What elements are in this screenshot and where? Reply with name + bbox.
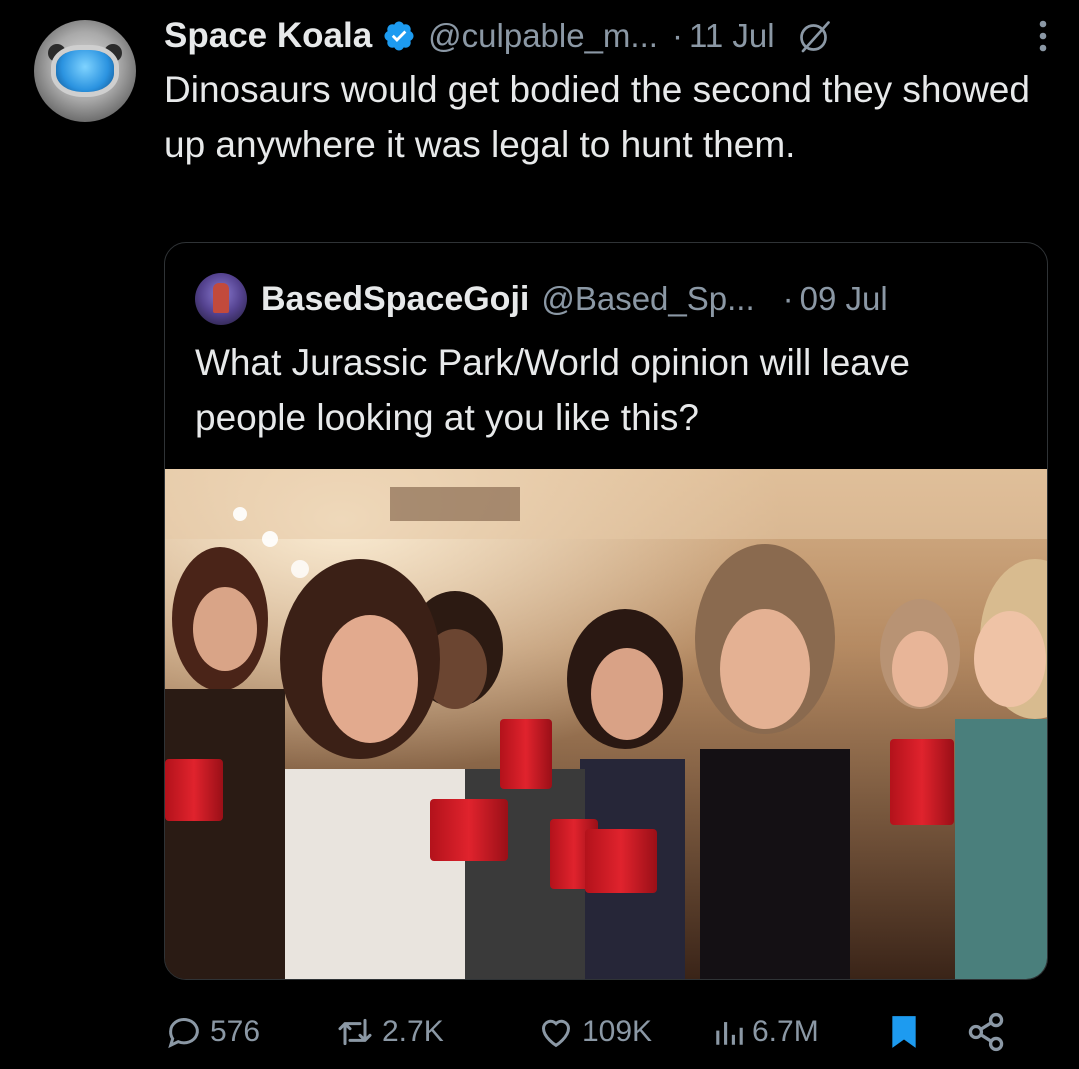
quoted-header-separator: · [782, 280, 794, 317]
quoted-tweet-text: What Jurassic Park/World opinion will le… [195, 342, 910, 438]
like-icon [541, 1019, 571, 1048]
reply-button[interactable]: 576 [164, 1006, 260, 1058]
avatar-helmet-visor [56, 50, 114, 92]
views-button[interactable]: 6.7M [712, 1006, 819, 1058]
tweet-date[interactable]: 11 Jul [689, 17, 775, 55]
tweet-text: Dinosaurs would get bodied the second th… [164, 69, 1030, 165]
quoted-author-handle: @Based_Sp... [541, 280, 755, 317]
quoted-tweet-card[interactable]: BasedSpaceGoji @Based_Sp... · 09 Jul Wha… [164, 242, 1048, 980]
like-button[interactable]: 109K [536, 1006, 652, 1058]
reply-icon [168, 1018, 199, 1049]
quoted-author-avatar [195, 273, 247, 325]
retweet-button[interactable]: 2.7K [334, 1006, 444, 1058]
share-button[interactable] [964, 1006, 1014, 1058]
author-name[interactable]: Space Koala [164, 16, 372, 56]
quoted-tweet-date: 09 Jul [799, 280, 888, 317]
views-icon [716, 1022, 743, 1045]
header-separator: · [671, 17, 683, 54]
quoted-author-name: BasedSpaceGoji [261, 279, 530, 318]
bookmark-icon [892, 1016, 916, 1048]
author-avatar[interactable] [34, 20, 136, 122]
share-icon [968, 1012, 1004, 1052]
more-options-icon[interactable] [1032, 18, 1054, 54]
verified-badge-icon [384, 21, 414, 51]
reply-count: 576 [210, 1015, 261, 1048]
views-count: 6.7M [752, 1015, 819, 1048]
quoted-tweet-header: BasedSpaceGoji @Based_Sp... · 09 Jul [195, 273, 1025, 325]
retweet-count: 2.7K [382, 1015, 444, 1048]
like-count: 109K [582, 1015, 653, 1048]
tweet-actions-bar: 576 2.7K 109K 6.7M [164, 1006, 1034, 1058]
retweet-icon [338, 1018, 372, 1046]
quoted-tweet-image[interactable] [165, 469, 1047, 979]
quoted-avatar-figure [213, 283, 229, 313]
tweet-header: Space Koala @culpable_m... · 11 Jul [164, 14, 1054, 58]
author-handle[interactable]: @culpable_m... [428, 17, 658, 55]
grok-icon[interactable] [797, 18, 833, 54]
bookmark-button[interactable] [884, 1006, 930, 1058]
